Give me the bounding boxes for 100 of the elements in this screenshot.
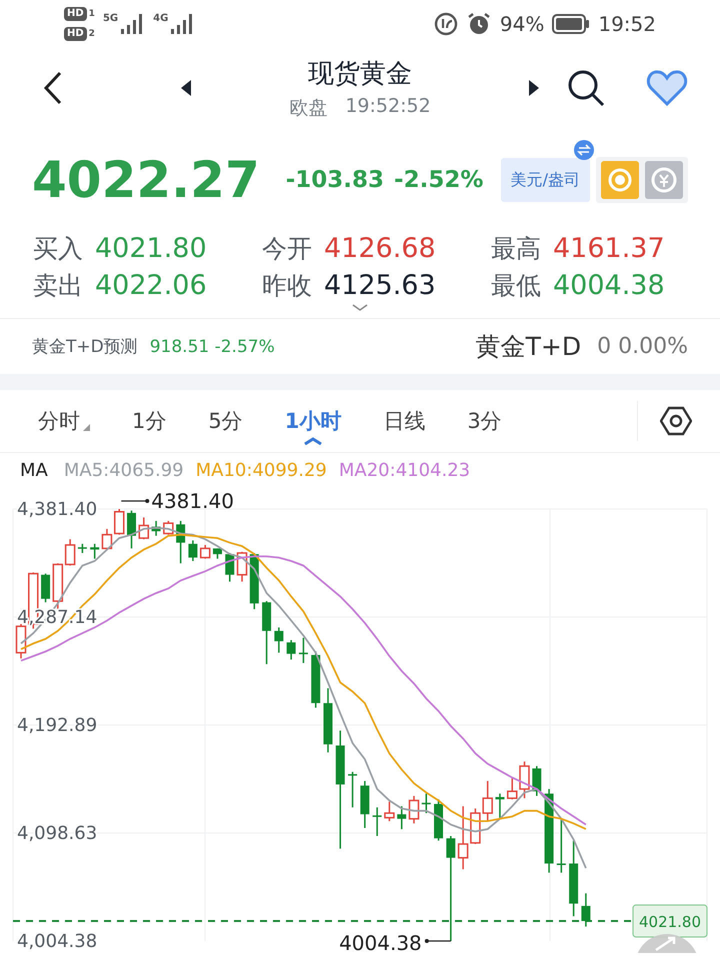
unit-button[interactable]: 美元/盎司 [500, 158, 590, 202]
moving-average-value: MA10:4099.29 [196, 460, 327, 481]
leader-line [121, 499, 150, 503]
low-price-label: 4004.38 [339, 931, 422, 953]
settings-icon[interactable] [660, 406, 692, 436]
stat-label: 卖出 [33, 270, 83, 302]
period-tab[interactable]: 1小时 [284, 407, 342, 435]
stat-value: 4126.68 [324, 233, 436, 264]
candlestick [236, 552, 248, 582]
battery-icon [552, 13, 590, 35]
stat-value: 4125.63 [324, 270, 436, 301]
clock-time: 19:52 [598, 12, 656, 36]
axis-label: 4,004.38 [17, 931, 98, 952]
axis-label: 4,192.89 [17, 715, 98, 736]
period-tab[interactable]: 5分 [208, 407, 243, 435]
stat-value: 4021.80 [95, 233, 207, 264]
forecast-value: 918.51 -2.57% [150, 336, 275, 356]
candlestick [78, 544, 87, 553]
sim-slot: 1 [88, 9, 95, 19]
candlestick [114, 509, 124, 535]
candlestick [298, 638, 308, 663]
network-label: 4G [153, 13, 168, 24]
candlestick [556, 818, 566, 873]
alarm-icon [466, 11, 492, 37]
stat-value: 4022.06 [95, 270, 207, 301]
search-icon[interactable] [566, 68, 606, 108]
candlestick [152, 520, 161, 536]
stat-value: 4004.38 [553, 270, 665, 301]
axis-label: 4,098.63 [17, 823, 98, 844]
stat-label: 最低 [491, 270, 541, 302]
period-tab[interactable]: 3分 [467, 407, 502, 435]
candlestick [581, 893, 590, 927]
moving-average-value: MA5:4065.99 [64, 460, 184, 481]
quote-time: 19:52:52 [345, 94, 431, 118]
period-tab[interactable]: 1分 [132, 407, 166, 435]
network-label: 5G [102, 13, 118, 24]
candlestick [495, 794, 504, 819]
candlestick [324, 688, 332, 752]
candlestick [408, 796, 420, 824]
candlestick [372, 807, 382, 836]
candlestick [212, 548, 222, 559]
candlestick [532, 766, 542, 796]
expand-chevron-icon[interactable] [352, 304, 368, 312]
candlestick [127, 510, 136, 548]
candlestick [138, 517, 150, 540]
candlestick [397, 806, 406, 830]
candlestick [286, 640, 296, 660]
price-change: -103.83 [286, 167, 384, 193]
stat-label: 最高 [491, 233, 541, 265]
favorite-icon[interactable] [646, 69, 688, 107]
period-tab[interactable]: 日线 [383, 407, 426, 435]
stat-label: 昨收 [262, 270, 312, 302]
candlestick [384, 802, 395, 822]
candlestick [90, 544, 100, 559]
candlestick [434, 799, 444, 841]
period-tab[interactable]: 分时 [38, 407, 90, 435]
candlestick [274, 627, 284, 653]
sim-slot: 2 [88, 29, 95, 39]
hd-badge: HD [64, 27, 87, 41]
page-title: 现货黄金 [308, 58, 412, 90]
candlestick [225, 553, 234, 582]
candlestick [348, 772, 358, 808]
ref-line-label: 4021.80 [638, 913, 702, 932]
indicator-name: MA [20, 460, 48, 481]
related-name: 黄金T+D [476, 331, 582, 363]
forecast-label: 黄金T+D预测 [32, 336, 138, 358]
previous-button[interactable] [180, 79, 192, 97]
back-button[interactable] [42, 70, 64, 106]
candlestick [41, 574, 50, 602]
candlestick [200, 544, 210, 559]
candlestick [506, 778, 518, 800]
next-button[interactable] [528, 79, 540, 97]
selected-indicator-icon [303, 437, 324, 445]
moving-average-value: MA20:4104.23 [338, 460, 470, 481]
candlestick [482, 781, 493, 822]
candlestick [470, 808, 481, 844]
high-price-label: 4381.40 [151, 489, 234, 513]
candlestick [16, 624, 26, 658]
candlestick [102, 528, 112, 550]
last-price: 4022.27 [32, 151, 260, 209]
related-value: 0 0.00% [597, 334, 688, 359]
candlestick [360, 781, 370, 828]
leader-line [424, 939, 451, 943]
stat-label: 今开 [262, 233, 312, 265]
price-change-percent: -2.52% [394, 167, 484, 193]
candlestick [458, 806, 468, 870]
stat-value: 4161.37 [553, 233, 665, 264]
axis-label: 4,381.40 [17, 499, 98, 520]
candlestick [188, 540, 198, 562]
stat-label: 买入 [33, 233, 83, 265]
candlestick [176, 520, 186, 564]
hd-badge: HD [64, 7, 87, 21]
candlestick [311, 652, 320, 708]
candlestick [262, 601, 272, 664]
swap-icon [574, 140, 594, 160]
market-session: 欧盘 [289, 96, 328, 120]
last-price-tag: 4021.80 [632, 904, 708, 938]
battery-percent: 94% [500, 12, 544, 36]
candlestick [519, 762, 530, 798]
candlestick [422, 794, 431, 814]
